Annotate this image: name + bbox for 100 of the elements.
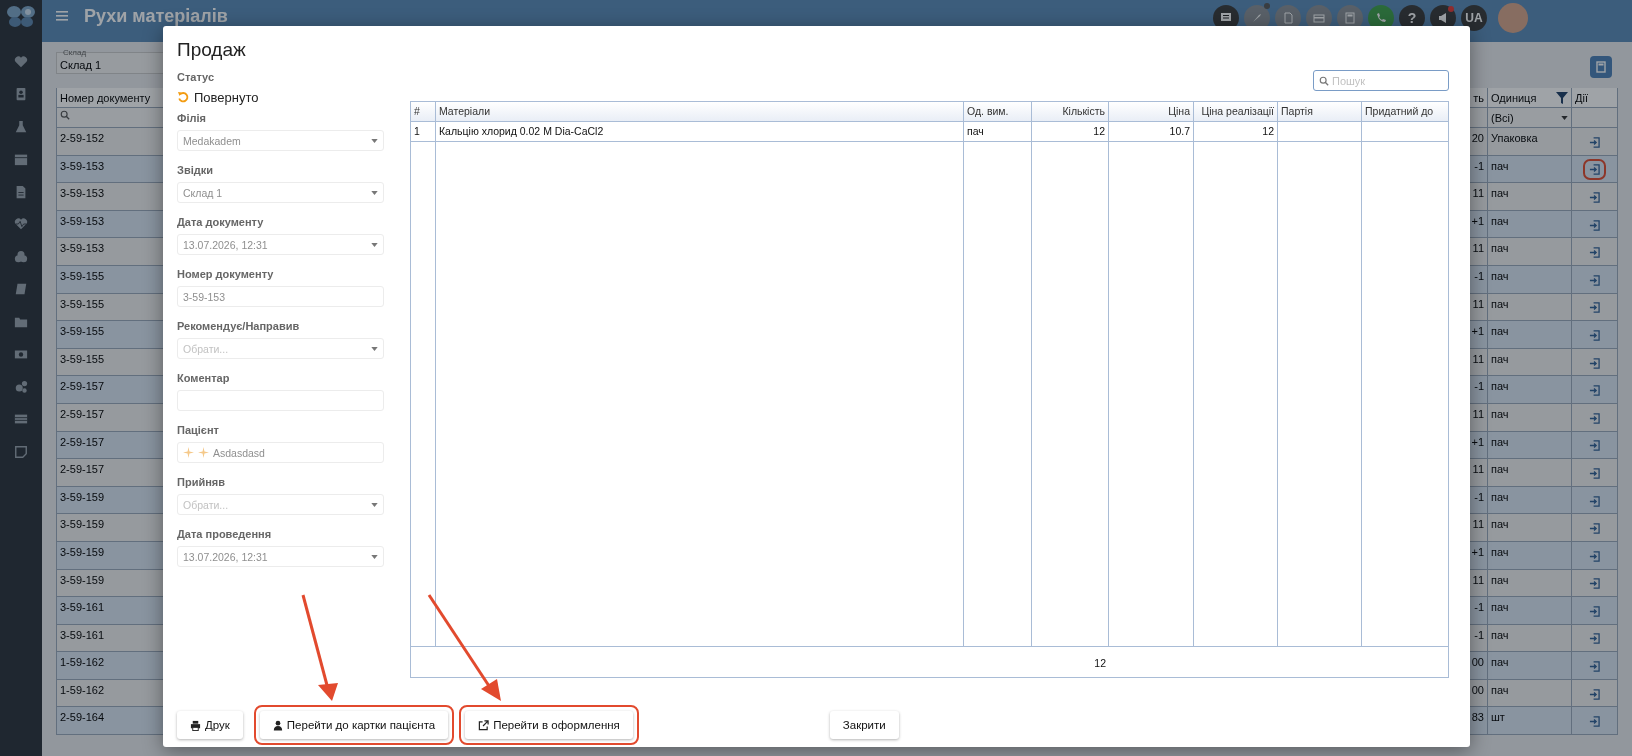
table-cell: Кальцію хлорид 0.02 M Dia-CaCl2	[436, 122, 964, 142]
enter-icon[interactable]	[1589, 385, 1600, 397]
table-cell: пач	[1488, 541, 1572, 570]
column-header[interactable]: Дії	[1572, 88, 1618, 108]
undo-icon	[177, 91, 189, 103]
table-cell: пач	[1488, 293, 1572, 322]
table-cell: 12	[1032, 122, 1109, 142]
table-cell: пач	[1488, 624, 1572, 653]
column-header[interactable]: Кількість	[1032, 102, 1109, 122]
enter-icon[interactable]	[1589, 467, 1600, 479]
enter-icon[interactable]	[1589, 440, 1600, 452]
column-header[interactable]: Матеріали	[436, 102, 964, 122]
column-header[interactable]: Одиниця	[1488, 88, 1572, 108]
calculator-button[interactable]	[1590, 56, 1612, 78]
column-header[interactable]: Партія	[1278, 102, 1362, 122]
filter-cell[interactable]	[1572, 108, 1618, 128]
table-cell: пач	[1488, 265, 1572, 294]
enter-icon[interactable]	[1589, 302, 1600, 314]
table-cell: 1	[411, 122, 436, 142]
sparkle-icon	[183, 447, 194, 458]
close-button[interactable]: Закрити	[829, 711, 899, 739]
enter-icon[interactable]	[1589, 605, 1600, 617]
page-title: Рухи матеріалів	[84, 6, 228, 26]
table-cell: 12	[1194, 122, 1278, 142]
field-label: Дата проведення	[177, 527, 273, 541]
enter-icon[interactable]	[1589, 550, 1600, 562]
field-label: Пацієнт	[177, 423, 220, 437]
enter-icon[interactable]	[1589, 274, 1600, 286]
enter-icon[interactable]	[1589, 357, 1600, 369]
list-icon[interactable]	[14, 412, 28, 426]
enter-icon[interactable]	[1589, 329, 1600, 341]
total-cell-text: 12	[1093, 656, 1107, 671]
field-label: Коментар	[177, 371, 231, 385]
enter-icon[interactable]	[1589, 192, 1600, 203]
enter-icon[interactable]	[1589, 247, 1600, 259]
heart-icon[interactable]	[14, 54, 28, 69]
filter-icon[interactable]	[1556, 92, 1568, 104]
field-label: Прийняв	[177, 475, 226, 489]
table-cell: пач	[1488, 652, 1572, 680]
sparkle-icon	[198, 447, 209, 458]
language-button[interactable]: UA	[1461, 5, 1487, 31]
table-cell: пач	[1488, 679, 1572, 708]
coins-icon[interactable]	[14, 249, 28, 264]
gears-icon[interactable]	[14, 379, 28, 394]
caret-icon	[371, 190, 378, 195]
status-text: Повернуто	[194, 89, 259, 105]
search-icon	[1319, 75, 1329, 86]
external-link-icon	[478, 719, 490, 731]
enter-icon[interactable]	[1589, 716, 1600, 728]
person-icon	[272, 719, 283, 731]
enter-icon[interactable]	[1589, 633, 1600, 645]
unit-filter[interactable]: (Всі)	[1488, 108, 1572, 128]
print-button[interactable]: Друк	[177, 711, 243, 739]
enter-icon[interactable]	[1589, 495, 1600, 507]
column-header[interactable]: #	[411, 102, 436, 122]
table-cell: пач	[1488, 403, 1572, 432]
field-label: Філія	[177, 111, 207, 125]
flask-icon[interactable]	[14, 119, 28, 134]
link-button[interactable]: Перейти до картки пацієнта	[259, 711, 449, 739]
document-icon[interactable]	[14, 184, 28, 199]
link-button[interactable]: Перейти в оформлення	[465, 711, 633, 739]
table-cell: шт	[1488, 707, 1572, 736]
table-cell: пач	[1488, 210, 1572, 239]
enter-icon[interactable]	[1589, 578, 1600, 590]
table-cell: пач	[1488, 431, 1572, 460]
column-header[interactable]: Придатний до	[1362, 102, 1448, 122]
enter-icon[interactable]	[1589, 523, 1600, 535]
caret-icon	[371, 346, 378, 351]
note-icon[interactable]	[14, 444, 28, 459]
enter-icon[interactable]	[1589, 412, 1600, 424]
enter-icon[interactable]	[1589, 219, 1600, 231]
enter-icon[interactable]	[1589, 164, 1600, 176]
search-icon[interactable]	[60, 110, 70, 120]
field-label: Звідки	[177, 163, 214, 177]
caret-icon	[1561, 115, 1568, 120]
table-cell: 10.7	[1109, 122, 1194, 142]
table-cell: пач	[1488, 376, 1572, 404]
enter-icon[interactable]	[1589, 136, 1600, 148]
book-icon[interactable]	[14, 282, 28, 296]
table-cell: пач	[1488, 569, 1572, 598]
dialog-title: Продаж	[177, 38, 247, 62]
caret-icon	[371, 138, 378, 143]
table-cell: пач	[964, 122, 1032, 142]
calculator-icon	[1595, 61, 1607, 73]
dropdown-field[interactable]: Склад 1	[177, 182, 384, 203]
table-cell: пач	[1488, 321, 1572, 349]
column-header[interactable]: Од. вим.	[964, 102, 1032, 122]
calendar-icon[interactable]	[14, 152, 28, 166]
column-header[interactable]: Ціна	[1109, 102, 1194, 122]
menu-icon[interactable]	[56, 11, 68, 21]
heartbeat-icon[interactable]	[14, 217, 28, 231]
field-label: Рекомендує/Направив	[177, 319, 301, 333]
caret-icon	[371, 554, 378, 559]
column-header[interactable]: Ціна реалізації	[1194, 102, 1278, 122]
table-cell: пач	[1488, 597, 1572, 625]
enter-icon[interactable]	[1589, 688, 1600, 700]
table-cell: пач	[1488, 348, 1572, 377]
contact-card-icon[interactable]	[14, 87, 28, 101]
table-cell: пач	[1488, 183, 1572, 211]
enter-icon[interactable]	[1589, 661, 1600, 673]
